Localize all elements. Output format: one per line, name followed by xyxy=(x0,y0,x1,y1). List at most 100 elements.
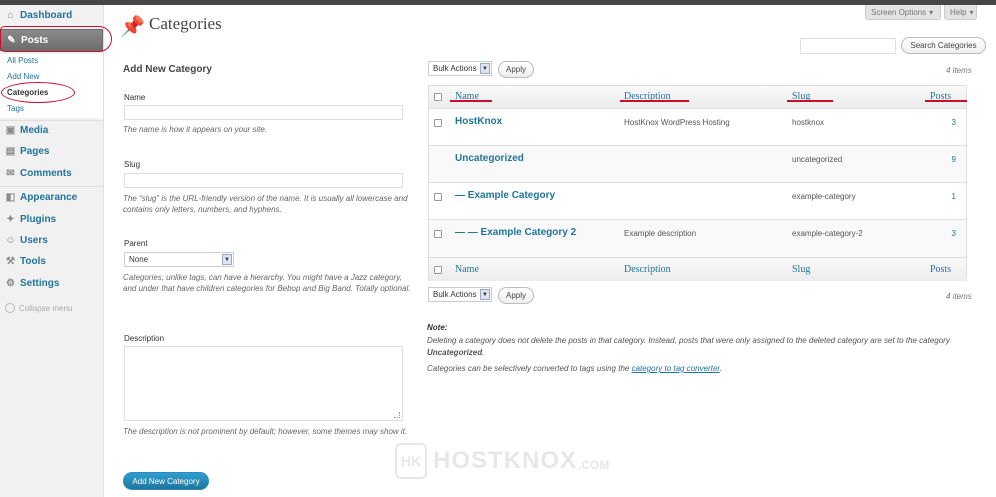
menu-label: Plugins xyxy=(20,214,57,225)
chevron-down-icon: ▾ xyxy=(929,7,934,17)
category-description: HostKnox WordPress Hosting xyxy=(624,118,730,127)
description-help: The description is not prominent by defa… xyxy=(123,427,408,436)
category-posts-count[interactable]: 1 xyxy=(926,192,956,201)
screen-options-tab[interactable]: Screen Options ▾ xyxy=(865,5,941,20)
category-posts-count[interactable]: 3 xyxy=(926,118,956,127)
hostknox-watermark: HK HOSTKNOX .COM xyxy=(395,443,609,479)
appearance-icon: ◧ xyxy=(5,192,16,203)
menu-plugins[interactable]: ✦ Plugins xyxy=(0,209,103,230)
category-posts-count[interactable]: 9 xyxy=(926,155,956,164)
resize-handle-icon[interactable] xyxy=(394,412,400,418)
bulk-actions-select-top[interactable]: Bulk Actions ▼ xyxy=(428,61,492,76)
column-posts[interactable]: Posts xyxy=(930,264,951,275)
menu-label: Comments xyxy=(20,168,72,179)
description-label: Description xyxy=(124,334,165,343)
apply-button-bottom[interactable]: Apply xyxy=(498,287,534,304)
item-count-bottom: 4 items xyxy=(946,292,972,301)
column-description[interactable]: Description xyxy=(624,264,671,275)
menu-media[interactable]: ▣ Media xyxy=(0,120,103,141)
menu-settings[interactable]: ⚙ Settings xyxy=(0,273,103,294)
menu-appearance[interactable]: ◧ Appearance xyxy=(0,187,103,208)
menu-tools[interactable]: ⚒ Tools xyxy=(0,251,103,272)
settings-icon: ⚙ xyxy=(6,278,15,289)
add-new-category-button[interactable]: Add New Category xyxy=(123,472,209,490)
table-row: — Example Category example-category 1 xyxy=(429,182,966,219)
category-name-link[interactable]: — — Example Category 2 xyxy=(455,227,576,238)
name-field[interactable] xyxy=(124,105,403,120)
collapse-label: Collapse menu xyxy=(19,303,73,313)
watermark-text: HOSTKNOX xyxy=(433,447,578,474)
column-slug[interactable]: Slug xyxy=(792,264,810,275)
menu-dashboard[interactable]: ⌂ Dashboard xyxy=(0,5,103,26)
menu-pages[interactable]: ▤ Pages xyxy=(0,141,103,162)
users-icon: ☺ xyxy=(5,235,16,246)
slug-help: The “slug” is the URL-friendly version o… xyxy=(123,194,408,214)
submenu-add-new[interactable]: Add New xyxy=(7,72,39,81)
collapse-menu[interactable]: Collapse menu xyxy=(5,303,72,313)
watermark-suffix: .COM xyxy=(578,458,610,472)
category-name-link[interactable]: Uncategorized xyxy=(455,153,524,164)
row-checkbox[interactable] xyxy=(434,230,442,238)
name-help: The name is how it appears on your site. xyxy=(123,125,268,134)
menu-label: Pages xyxy=(20,146,50,157)
page-title: Categories xyxy=(149,14,222,33)
parent-select[interactable]: None ▼ xyxy=(124,252,234,267)
pin-icon: 📌 xyxy=(120,16,145,38)
annotation-ellipse-categories xyxy=(1,82,75,103)
chevron-down-icon: ▼ xyxy=(480,63,490,74)
annotation-underline-name xyxy=(450,100,492,102)
menu-label: Dashboard xyxy=(20,10,73,21)
menu-label: Users xyxy=(20,235,48,246)
note-title: Note: xyxy=(427,323,448,332)
row-checkbox[interactable] xyxy=(434,119,442,127)
plugins-icon: ✦ xyxy=(6,214,15,225)
collapse-icon xyxy=(5,303,15,313)
media-icon: ▣ xyxy=(5,125,16,136)
menu-label: Appearance xyxy=(20,192,78,203)
parent-label: Parent xyxy=(124,239,148,248)
help-tab[interactable]: Help ▾ xyxy=(944,5,977,20)
chevron-down-icon: ▾ xyxy=(969,7,974,17)
menu-label: Tools xyxy=(20,256,46,267)
annotation-ellipse-posts xyxy=(0,26,112,52)
annotation-underline-description xyxy=(620,100,689,102)
table-row: Uncategorized uncategorized 9 xyxy=(429,145,966,182)
submenu-all-posts[interactable]: All Posts xyxy=(7,56,38,65)
select-all-checkbox[interactable] xyxy=(434,266,442,274)
note-text-part: Deleting a category does not delete the … xyxy=(427,336,950,345)
category-slug: uncategorized xyxy=(792,155,843,164)
bulk-actions-value: Bulk Actions xyxy=(433,290,477,299)
slug-field[interactable] xyxy=(124,173,403,188)
submenu-tags[interactable]: Tags xyxy=(7,104,24,113)
category-to-tag-converter-link[interactable]: category to tag converter xyxy=(632,364,720,373)
description-textarea[interactable] xyxy=(124,346,403,421)
chevron-down-icon: ▼ xyxy=(480,289,490,300)
admin-sidebar: ⌂ Dashboard ✎ Posts All Posts Add New Ca… xyxy=(0,5,104,497)
parent-help: Categories, unlike tags, can have a hier… xyxy=(123,273,411,293)
column-name[interactable]: Name xyxy=(455,264,479,275)
search-categories-button[interactable]: Search Categories xyxy=(901,37,986,54)
note-text-emphasis: Uncategorized xyxy=(427,348,483,357)
apply-button-top[interactable]: Apply xyxy=(498,61,534,78)
tools-icon: ⚒ xyxy=(6,256,15,267)
menu-users[interactable]: ☺ Users xyxy=(0,230,103,251)
table-header: Name Description Slug Posts xyxy=(429,86,966,108)
item-count-top: 4 items xyxy=(946,66,972,75)
slug-label: Slug xyxy=(124,160,141,169)
search-input[interactable] xyxy=(800,38,896,54)
category-name-link[interactable]: — Example Category xyxy=(455,190,555,201)
form-heading: Add New Category xyxy=(123,64,212,75)
screen-options-label: Screen Options xyxy=(871,7,927,17)
category-slug: example-category xyxy=(792,192,856,201)
row-checkbox[interactable] xyxy=(434,193,442,201)
category-posts-count[interactable]: 3 xyxy=(926,229,956,238)
category-description: Example description xyxy=(624,229,697,238)
category-name-link[interactable]: HostKnox xyxy=(455,116,502,127)
menu-comments[interactable]: ✉ Comments xyxy=(0,163,103,184)
note-text: Deleting a category does not delete the … xyxy=(427,335,972,359)
select-all-checkbox[interactable] xyxy=(434,93,442,101)
pages-icon: ▤ xyxy=(5,146,16,157)
bulk-actions-select-bottom[interactable]: Bulk Actions ▼ xyxy=(428,287,492,302)
converter-note-end: . xyxy=(719,364,722,373)
name-label: Name xyxy=(124,93,146,102)
